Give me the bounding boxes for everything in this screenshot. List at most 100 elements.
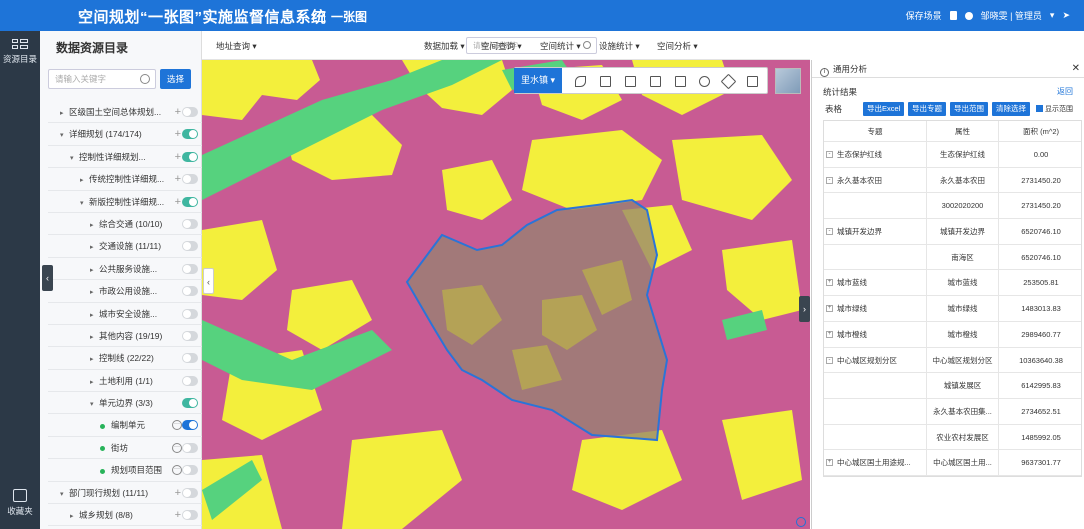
table-row[interactable]: + 城市橙线 城市橙线 2989460.77 <box>824 321 1081 348</box>
collapse-icon[interactable]: - <box>826 151 833 158</box>
tree-item[interactable]: 规划项目范围 ··· <box>48 459 202 482</box>
tree-item[interactable]: ▸ 城市安全设施... <box>48 303 202 325</box>
tree-item[interactable]: ▸ 土地利用 (1/1) <box>48 370 202 393</box>
add-icon[interactable]: + <box>175 504 181 526</box>
search-icon[interactable] <box>583 41 591 49</box>
save-scene-button[interactable]: 保存场景 <box>906 9 942 22</box>
user-name[interactable]: 邹晓雯 | 管理员 <box>981 9 1042 22</box>
back-link[interactable]: 返回 <box>1057 86 1073 97</box>
menu-spatial-query[interactable]: 空间查询 ▾ <box>481 40 522 52</box>
table-row[interactable]: 城镇发展区 6142995.83 <box>824 373 1081 399</box>
table-row[interactable]: - 生态保护红线 生态保护红线 0.00 <box>824 142 1081 168</box>
more-icon[interactable]: ··· <box>172 442 182 453</box>
table-row[interactable]: 南海区 6520746.10 <box>824 244 1081 271</box>
split-icon[interactable] <box>625 76 636 87</box>
layer-toggle[interactable] <box>182 241 198 252</box>
caret-right-icon[interactable]: ▸ <box>90 282 99 304</box>
caret-right-icon[interactable]: ▸ <box>90 327 99 349</box>
layer-toggle[interactable] <box>182 196 198 207</box>
layer-toggle[interactable] <box>182 420 198 431</box>
layer-toggle[interactable] <box>182 442 198 453</box>
map-layers[interactable] <box>202 60 810 529</box>
caret-right-icon[interactable]: ▸ <box>90 305 99 327</box>
add-icon[interactable]: + <box>175 146 181 168</box>
expand-icon[interactable]: + <box>826 459 833 467</box>
tree-item[interactable]: ▸ 公共服务设施... <box>48 258 202 282</box>
layer-toggle[interactable] <box>182 286 198 297</box>
layer-toggle[interactable] <box>182 465 198 476</box>
collapse-left-handle[interactable]: ‹ <box>42 265 53 291</box>
layer-toggle[interactable] <box>182 398 198 409</box>
layers-icon[interactable] <box>575 76 586 87</box>
caret-right-icon[interactable]: ▸ <box>90 215 99 237</box>
map-canvas[interactable] <box>202 60 810 529</box>
module-title[interactable]: 一张图 <box>313 8 367 25</box>
expand-icon[interactable]: + <box>826 305 833 313</box>
table-row[interactable]: - 城镇开发边界 城镇开发边界 6520746.10 <box>824 219 1081 245</box>
tree-item[interactable]: ▸ 其他内容 (19/19) <box>48 325 202 349</box>
table-row[interactable]: + 城市蓝线 城市蓝线 253505.81 <box>824 270 1081 297</box>
caret-right-icon[interactable]: ▸ <box>80 170 89 192</box>
add-icon[interactable]: + <box>175 123 181 145</box>
expand-icon[interactable]: + <box>826 279 833 287</box>
layer-toggle[interactable] <box>182 308 198 319</box>
tree-item[interactable]: ▸ 控制线 (22/22) <box>48 347 202 371</box>
table-row[interactable]: - 永久基本农田 永久基本农田 2731450.20 <box>824 167 1081 194</box>
caret-down-icon[interactable]: ▾ <box>60 125 69 147</box>
trash-icon[interactable] <box>949 11 957 20</box>
add-icon[interactable]: + <box>175 168 181 190</box>
menu-facility-stats[interactable]: 设施统计 ▾ <box>599 40 640 52</box>
caret-down-icon[interactable]: ▾ <box>70 148 79 170</box>
tree-item[interactable]: ▾ 新版控制性详细规... + <box>48 191 202 213</box>
rail-item-favorites[interactable]: 收藏夹 <box>0 489 40 517</box>
expand-icon[interactable]: + <box>826 330 833 338</box>
stack-icon[interactable] <box>600 76 611 87</box>
tree-item[interactable]: ▾ 单元边界 (3/3) <box>48 392 202 416</box>
tree-item[interactable]: 编制单元 ··· <box>48 414 202 437</box>
tree-item[interactable]: ▸ 市政公用设施... <box>48 280 202 304</box>
caret-right-icon[interactable]: ▸ <box>90 349 99 371</box>
layer-toggle[interactable] <box>182 129 198 140</box>
rail-item-catalog[interactable]: 资源目录 <box>0 39 40 65</box>
add-icon[interactable]: + <box>175 101 181 123</box>
toolbox-icon[interactable] <box>747 76 758 87</box>
show-range-checkbox[interactable]: 显示范围 <box>1036 104 1073 114</box>
table-row[interactable]: 永久基本农田集... 2734652.51 <box>824 398 1081 425</box>
compare-icon[interactable] <box>650 76 661 87</box>
clear-selection-button[interactable]: 清除选择 <box>992 102 1030 116</box>
menu-spatial-analysis[interactable]: 空间分析 ▾ <box>657 40 698 52</box>
info-icon[interactable] <box>699 76 710 87</box>
tree-item[interactable]: ▾ 控制性详细规划... + <box>48 146 202 170</box>
tree-item[interactable]: ▾ 部门现行规划 (11/11) + <box>48 482 202 506</box>
collapse-panel-handle[interactable]: › <box>799 296 810 322</box>
district-select-button[interactable]: 里水镇 ▾ <box>514 68 562 93</box>
basemap-thumbnail[interactable] <box>775 68 801 94</box>
tree-item[interactable]: 街坊 ··· <box>48 437 202 460</box>
more-icon[interactable]: ··· <box>172 420 182 431</box>
search-icon[interactable] <box>140 74 150 84</box>
table-row[interactable]: - 中心城区规划分区 中心城区规划分区 10363640.38 <box>824 347 1081 374</box>
tree-item[interactable]: ▸ 交通设施 (11/11) <box>48 235 202 258</box>
close-icon[interactable]: ✕ <box>1072 63 1080 74</box>
caret-down-icon[interactable]: ▾ <box>90 394 99 416</box>
zoom-search-icon[interactable] <box>796 517 806 527</box>
layer-toggle[interactable] <box>182 353 198 364</box>
table-row[interactable]: + 中心城区国土用途规... 中心城区国土用... 9637301.77 <box>824 450 1081 476</box>
layer-toggle[interactable] <box>182 107 198 117</box>
tree-item[interactable]: ▸ 综合交通 (10/10) <box>48 213 202 237</box>
tree-item[interactable]: ▸ 城乡规划 (8/8) + <box>48 504 202 528</box>
select-button[interactable]: 选择 <box>160 69 191 89</box>
layer-toggle[interactable] <box>182 375 198 386</box>
caret-right-icon[interactable]: ▸ <box>70 506 79 528</box>
collapse-icon[interactable]: - <box>826 176 833 184</box>
collapse-sidebar-handle[interactable]: ‹ <box>203 268 214 294</box>
export-topic-button[interactable]: 导出专题 <box>908 102 946 116</box>
export-map-icon[interactable] <box>675 76 686 87</box>
menu-data-load[interactable]: 数据加载 ▾ <box>424 40 465 52</box>
tree-item[interactable]: ▸ 区级国土空间总体规划... + <box>48 101 202 124</box>
caret-right-icon[interactable]: ▸ <box>90 260 99 282</box>
export-excel-button[interactable]: 导出Excel <box>863 102 905 116</box>
add-icon[interactable]: + <box>175 191 181 213</box>
caret-down-icon[interactable]: ▾ <box>60 484 69 506</box>
layer-toggle[interactable] <box>182 487 198 498</box>
